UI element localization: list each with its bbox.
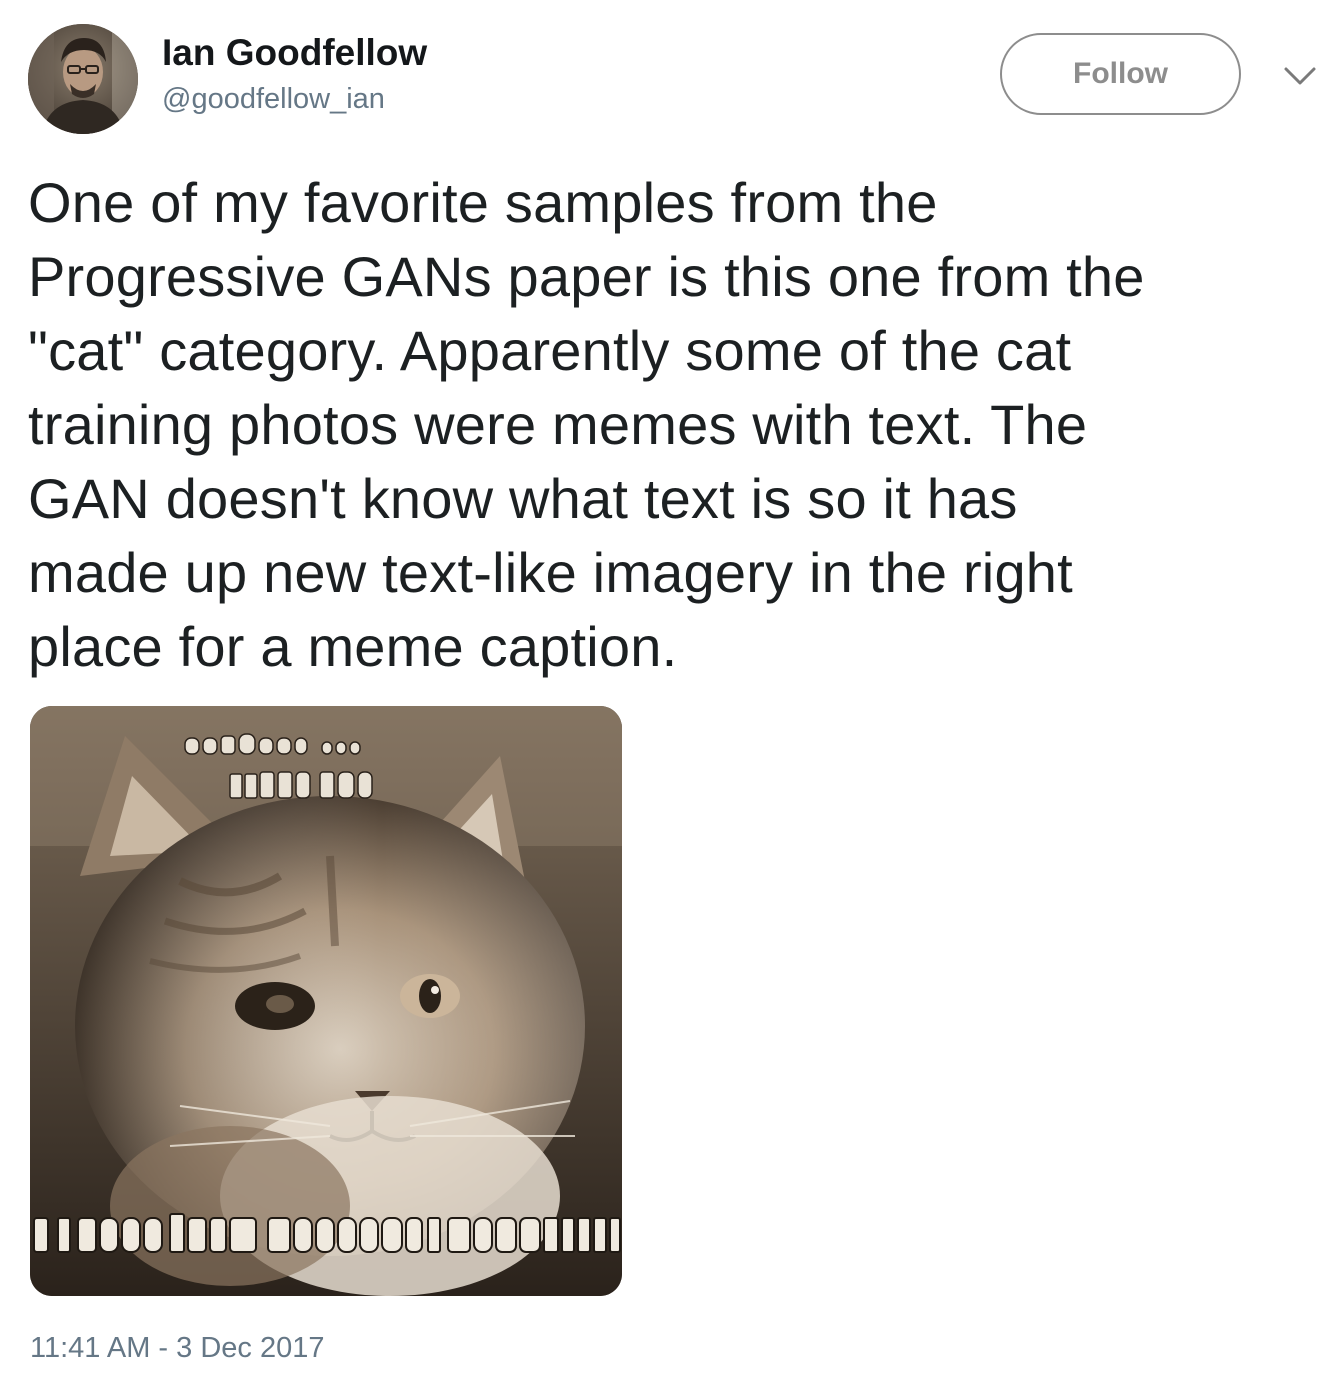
follow-button[interactable]: Follow [1000, 33, 1241, 115]
screen-name[interactable]: @goodfellow_ian [162, 80, 427, 118]
tweet-timestamp[interactable]: 11:41 AM - 3 Dec 2017 [30, 1328, 324, 1368]
chevron-down-icon[interactable] [1282, 64, 1318, 88]
avatar[interactable] [28, 24, 138, 134]
tweet-media-photo[interactable] [30, 706, 622, 1296]
tweet-card: Ian Goodfellow @goodfellow_ian Follow On… [0, 0, 1336, 1376]
user-info: Ian Goodfellow @goodfellow_ian [162, 30, 427, 118]
avatar-photo [28, 24, 138, 134]
display-name[interactable]: Ian Goodfellow [162, 30, 427, 76]
cat-image [30, 706, 622, 1296]
tweet-text: One of my favorite samples from the Prog… [28, 171, 1145, 678]
